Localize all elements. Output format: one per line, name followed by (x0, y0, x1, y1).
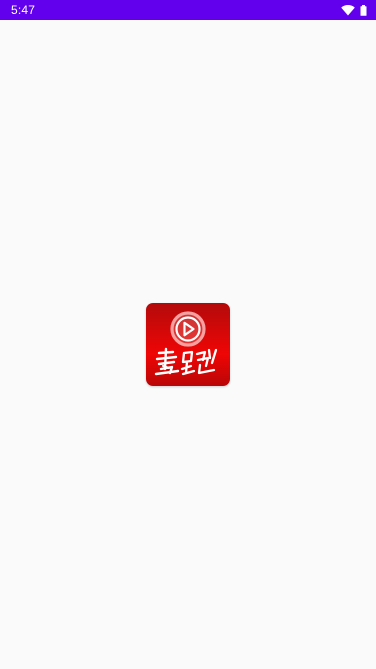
app-logo-wordmark-mark (154, 347, 218, 376)
app-logo (146, 303, 230, 386)
play-icon (170, 311, 206, 347)
battery-icon (360, 4, 367, 16)
wifi-icon (341, 4, 355, 16)
splash-screen (0, 20, 376, 669)
status-bar: 5:47 (0, 0, 376, 20)
status-time: 5:47 (11, 3, 36, 17)
status-icons (341, 4, 367, 16)
